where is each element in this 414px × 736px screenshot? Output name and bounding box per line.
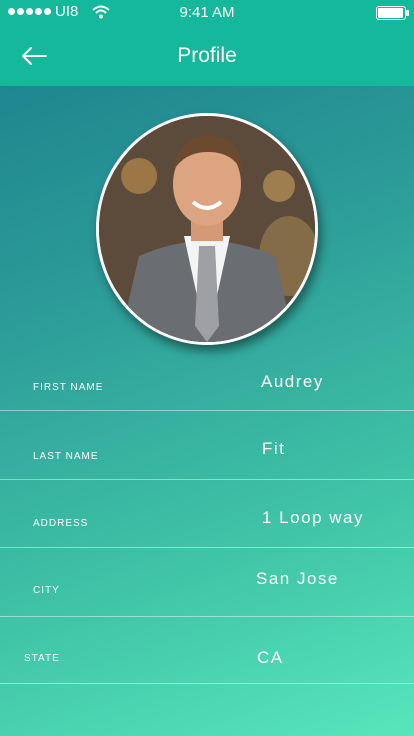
- divider: [0, 683, 414, 684]
- field-value: Audrey: [261, 372, 324, 391]
- field-label: STATE: [24, 653, 60, 664]
- battery-icon: [376, 6, 409, 20]
- field-label: CITY: [33, 585, 60, 596]
- profile-photo: [99, 116, 315, 342]
- navigation-bar: Profile: [0, 24, 414, 86]
- field-value: 1 Loop way: [262, 508, 364, 527]
- avatar: [96, 113, 318, 345]
- field-label: FIRST NAME: [33, 382, 104, 393]
- status-time: 9:41 AM: [179, 4, 235, 21]
- field-value: San Jose: [256, 569, 339, 588]
- field-value: CA: [257, 648, 284, 667]
- field-label: ADDRESS: [33, 518, 89, 529]
- field-value: Fit: [262, 439, 286, 458]
- field-label: LAST NAME: [33, 451, 99, 462]
- divider: [0, 479, 414, 480]
- divider: [0, 547, 414, 548]
- person-photo-icon: [99, 116, 315, 342]
- page-title: Profile: [177, 44, 237, 67]
- divider: [0, 616, 414, 617]
- divider: [0, 410, 414, 411]
- status-bar: UI8 9:41 AM: [0, 0, 414, 24]
